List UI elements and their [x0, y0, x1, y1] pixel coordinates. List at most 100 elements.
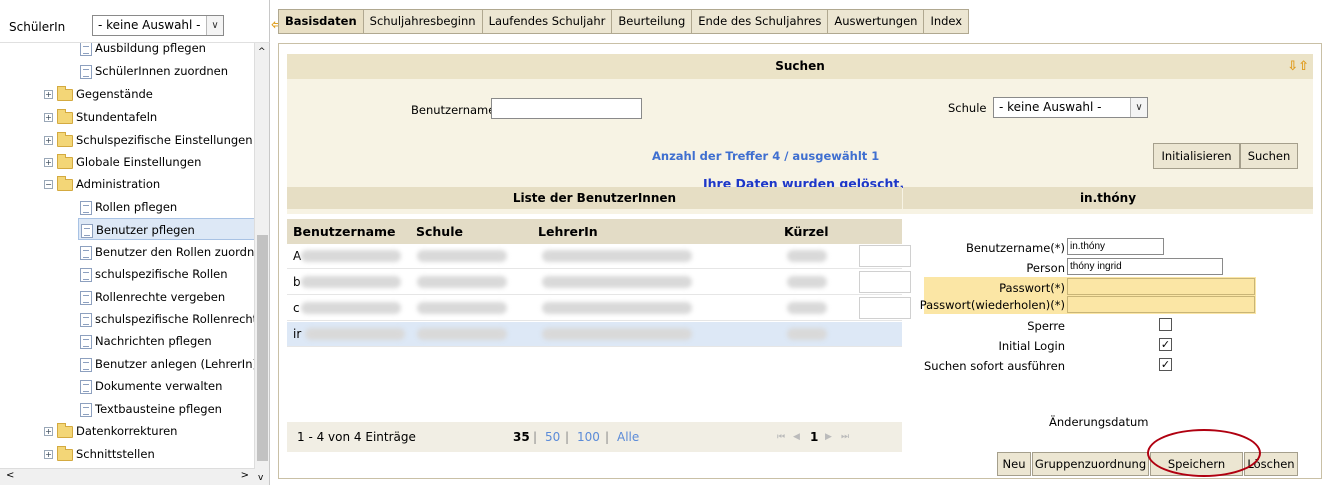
- student-select[interactable]: - keine Auswahl - ∨: [92, 15, 224, 36]
- redacted-text: [417, 250, 507, 262]
- last-page-icon[interactable]: ⏭: [841, 422, 849, 452]
- column-lehrerin[interactable]: LehrerIn: [538, 219, 598, 244]
- tree-item-benutzer-pflegen[interactable]: Benutzer pflegen: [78, 218, 255, 240]
- initial-login-checkbox[interactable]: ✓: [1159, 338, 1172, 351]
- tree-item-label: Textbausteine pflegen: [95, 402, 222, 416]
- row-field: [859, 297, 911, 319]
- tree-item-label: Schnittstellen: [76, 447, 155, 461]
- tree-item-textbausteine-pflegen[interactable]: Textbausteine pflegen: [80, 398, 222, 420]
- tree-item-benutzer-den-rollen-zuordnen[interactable]: Benutzer den Rollen zuordne: [80, 241, 261, 263]
- lock-checkbox[interactable]: [1159, 318, 1172, 331]
- page-size-all[interactable]: Alle: [617, 422, 639, 452]
- tab-index[interactable]: Index: [924, 9, 970, 34]
- column-benutzername[interactable]: Benutzername: [293, 219, 396, 244]
- scroll-down-icon[interactable]: v: [258, 473, 263, 483]
- tree-item-schuelerinnen-zuordnen[interactable]: SchülerInnen zuordnen: [80, 60, 228, 82]
- list-title: Liste der BenutzerInnen: [287, 187, 902, 209]
- table-row[interactable]: b: [287, 270, 911, 295]
- tree-item-schulspezifische-einstellungen[interactable]: + Schulspezifische Einstellungen: [44, 129, 253, 151]
- redacted-text: [305, 328, 405, 340]
- folder-icon: [57, 85, 73, 101]
- row-username: ir: [293, 327, 302, 341]
- navigation-tree: Ausbildung pflegen SchülerInnen zuordnen…: [0, 42, 270, 485]
- tree-item-schulspezifische-rollen[interactable]: schulspezifische Rollen: [80, 263, 228, 285]
- page-icon: [80, 64, 92, 79]
- collapse-icon[interactable]: −: [44, 180, 53, 189]
- table-row-selected[interactable]: ir: [287, 322, 902, 347]
- table-row[interactable]: c: [287, 296, 911, 321]
- page-icon: [81, 223, 93, 238]
- scroll-up-icon[interactable]: ^: [258, 47, 266, 57]
- username-search-input[interactable]: [491, 98, 642, 119]
- redacted-text: [542, 328, 692, 340]
- expand-icon[interactable]: +: [44, 158, 53, 167]
- detail-person-input[interactable]: [1067, 258, 1223, 275]
- sidebar-vertical-scrollbar[interactable]: ^ v: [254, 43, 269, 485]
- group-assignment-button[interactable]: Gruppenzuordnung: [1032, 452, 1149, 476]
- search-now-label: Suchen sofort ausführen: [923, 359, 1065, 373]
- tab-auswertungen[interactable]: Auswertungen: [828, 9, 925, 34]
- tab-beurteilung[interactable]: Beurteilung: [612, 9, 693, 34]
- move-arrows-icon[interactable]: ⇩⇧: [1287, 59, 1309, 74]
- scroll-left-icon[interactable]: <: [6, 470, 14, 481]
- folder-icon: [57, 422, 73, 438]
- initialize-button[interactable]: Initialisieren: [1153, 143, 1240, 169]
- search-now-checkbox[interactable]: ✓: [1159, 358, 1172, 371]
- folder-icon: [57, 153, 73, 169]
- table-header: Benutzername Schule LehrerIn Kürzel: [287, 219, 902, 244]
- tree-item-datenkorrekturen[interactable]: + Datenkorrekturen: [44, 420, 177, 442]
- tree-item-label: schulspezifische Rollenrechte: [95, 312, 265, 326]
- password-repeat-input[interactable]: [1067, 296, 1255, 313]
- scroll-right-icon[interactable]: >: [241, 470, 249, 481]
- tab-schuljahresbeginn[interactable]: Schuljahresbeginn: [363, 9, 483, 34]
- tree-item-label: Benutzer anlegen (LehrerIn): [95, 357, 257, 371]
- expand-icon[interactable]: +: [44, 450, 53, 459]
- tree-item-benutzer-anlegen[interactable]: Benutzer anlegen (LehrerIn): [80, 353, 257, 375]
- tree-item-rollenrechte-vergeben[interactable]: Rollenrechte vergeben: [80, 286, 225, 308]
- password-repeat-label: Passwort(wiederholen)(*): [919, 298, 1065, 312]
- tree-item-label: Nachrichten pflegen: [95, 334, 212, 348]
- expand-icon[interactable]: +: [44, 113, 53, 122]
- school-select[interactable]: - keine Auswahl - ∨: [993, 97, 1148, 118]
- tree-item-ausbildung-pflegen[interactable]: Ausbildung pflegen: [80, 43, 206, 59]
- tree-item-schnittstellen[interactable]: + Schnittstellen: [44, 443, 155, 465]
- tree-item-globale-einstellungen[interactable]: + Globale Einstellungen: [44, 151, 201, 173]
- tree-item-dokumente-verwalten[interactable]: Dokumente verwalten: [80, 375, 222, 397]
- tree-item-schulspezifische-rollenrechte[interactable]: schulspezifische Rollenrechte: [80, 308, 264, 330]
- scroll-thumb[interactable]: [257, 235, 268, 461]
- redacted-text: [301, 250, 401, 262]
- prev-page-icon[interactable]: ◀: [793, 422, 800, 452]
- tree-item-label: Gegenstände: [76, 87, 153, 101]
- detail-username-input[interactable]: [1067, 238, 1164, 255]
- expand-icon[interactable]: +: [44, 136, 53, 145]
- tree-item-nachrichten-pflegen[interactable]: Nachrichten pflegen: [80, 330, 212, 352]
- tab-laufendes-schuljahr[interactable]: Laufendes Schuljahr: [482, 9, 613, 34]
- page-size-100[interactable]: 100: [577, 422, 600, 452]
- tree-item-label: Dokumente verwalten: [95, 379, 223, 393]
- separator: |: [533, 430, 538, 444]
- new-button[interactable]: Neu: [997, 452, 1031, 476]
- tab-ende-des-schuljahres[interactable]: Ende des Schuljahres: [692, 9, 829, 34]
- tree-item-administration[interactable]: − Administration: [44, 173, 160, 195]
- tree-item-rollen-pflegen[interactable]: Rollen pflegen: [80, 196, 177, 218]
- search-button[interactable]: Suchen: [1240, 143, 1298, 169]
- next-page-icon[interactable]: ▶: [825, 422, 832, 452]
- column-kuerzel[interactable]: Kürzel: [784, 219, 829, 244]
- student-select-value: - keine Auswahl -: [98, 18, 201, 32]
- current-page[interactable]: 1: [810, 422, 818, 452]
- tree-item-label: Benutzer pflegen: [96, 223, 195, 237]
- expand-icon[interactable]: +: [44, 427, 53, 436]
- expand-icon[interactable]: +: [44, 90, 53, 99]
- password-input[interactable]: [1067, 278, 1255, 295]
- page-size-35[interactable]: 35: [513, 422, 530, 452]
- table-row[interactable]: A: [287, 244, 911, 269]
- sidebar-horizontal-scrollbar[interactable]: < >: [0, 468, 255, 485]
- page-icon: [80, 245, 92, 260]
- tree-item-gegenstaende[interactable]: + Gegenstände: [44, 83, 153, 105]
- column-schule[interactable]: Schule: [416, 219, 463, 244]
- first-page-icon[interactable]: ⏮: [777, 422, 785, 452]
- detail-title: in.thóny: [903, 187, 1313, 209]
- page-size-50[interactable]: 50: [545, 422, 560, 452]
- tree-item-stundentafeln[interactable]: + Stundentafeln: [44, 106, 157, 128]
- tab-basisdaten[interactable]: Basisdaten: [278, 9, 364, 34]
